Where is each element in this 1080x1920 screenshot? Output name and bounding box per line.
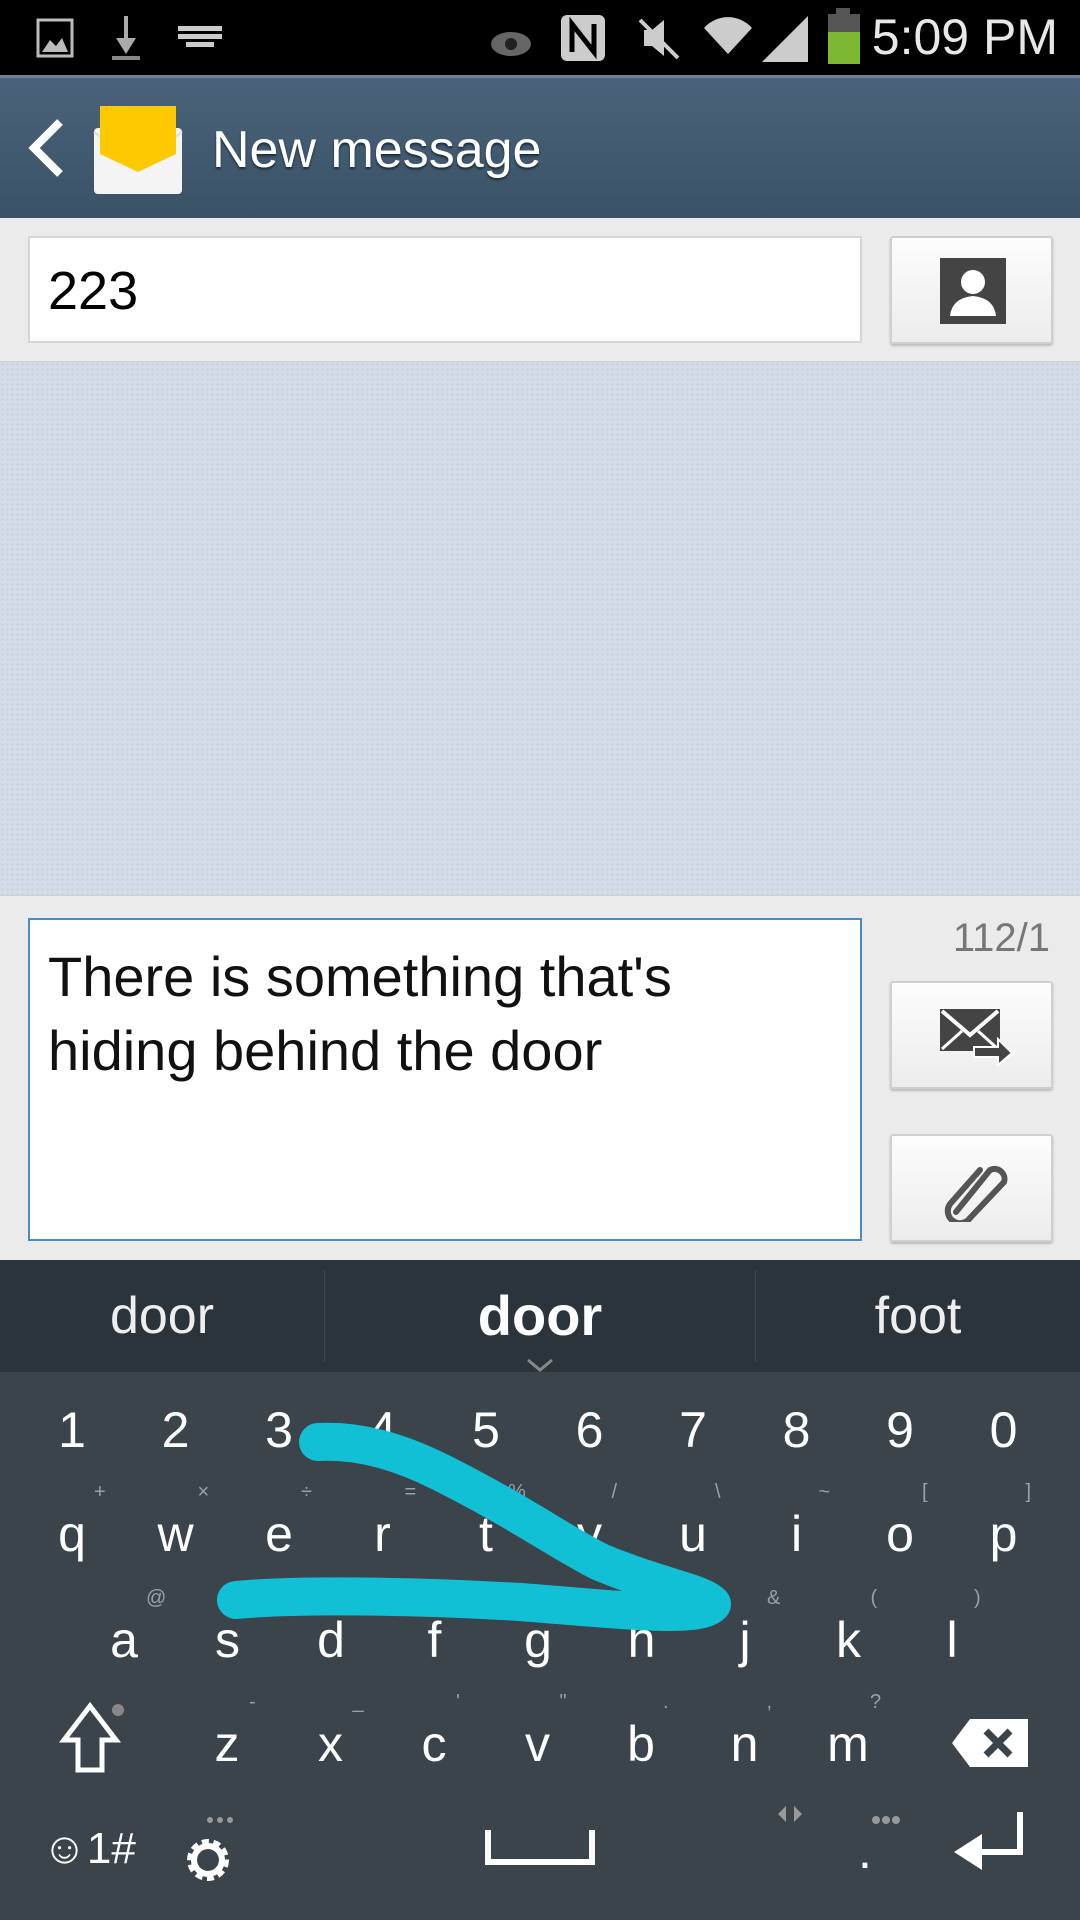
recipient-bar: 223 xyxy=(0,218,1080,362)
suggestion-bar: door door foot xyxy=(0,1260,1080,1372)
message-text-line: hiding behind the door xyxy=(48,1019,603,1082)
contact-picker-button[interactable] xyxy=(890,236,1053,344)
wifi-icon xyxy=(704,17,752,54)
suggestion-item-primary[interactable]: door xyxy=(325,1260,755,1372)
message-input[interactable]: There is something that's hiding behind … xyxy=(28,918,862,1241)
battery-icon xyxy=(828,8,860,64)
smart-stay-eye-icon xyxy=(491,32,531,56)
swipe-path xyxy=(217,1422,731,1631)
recipient-input[interactable]: 223 xyxy=(28,236,862,343)
mute-icon xyxy=(638,18,680,60)
back-chevron-icon[interactable] xyxy=(26,118,66,178)
compose-bar: There is something that's hiding behind … xyxy=(0,895,1080,1260)
conversation-area xyxy=(0,362,1080,895)
send-button[interactable] xyxy=(890,981,1053,1089)
character-counter: 112/1 xyxy=(952,916,1050,960)
nfc-icon xyxy=(561,15,605,61)
keyboard-icon xyxy=(178,26,222,47)
suggestion-item[interactable]: door xyxy=(0,1260,324,1372)
message-text-line: There is something that's xyxy=(48,945,672,1008)
keyboard: 1 2 3 4 5 6 7 8 9 0 q + w × e ÷ r = t% y / u \ i ~ o[p] a @ s * d! f # g:… xyxy=(0,1372,1080,1920)
signal-icon xyxy=(762,16,808,62)
attach-button[interactable] xyxy=(890,1134,1053,1242)
contact-picker-icon xyxy=(940,258,1006,324)
swipe-trail xyxy=(217,1422,731,1631)
page-title: New message xyxy=(212,121,542,179)
clock: 5:09 PM xyxy=(871,9,1058,65)
expand-chevron-icon[interactable] xyxy=(526,1358,554,1372)
app-header: New message xyxy=(0,75,1080,218)
paperclip-icon xyxy=(944,1165,1008,1222)
envelope-icon xyxy=(93,106,183,194)
gallery-icon xyxy=(36,18,74,58)
status-bar: 5:09 PM xyxy=(0,0,1080,75)
suggestion-item[interactable]: foot xyxy=(756,1260,1080,1372)
send-mms-icon xyxy=(940,1009,1014,1067)
download-icon xyxy=(112,16,140,60)
